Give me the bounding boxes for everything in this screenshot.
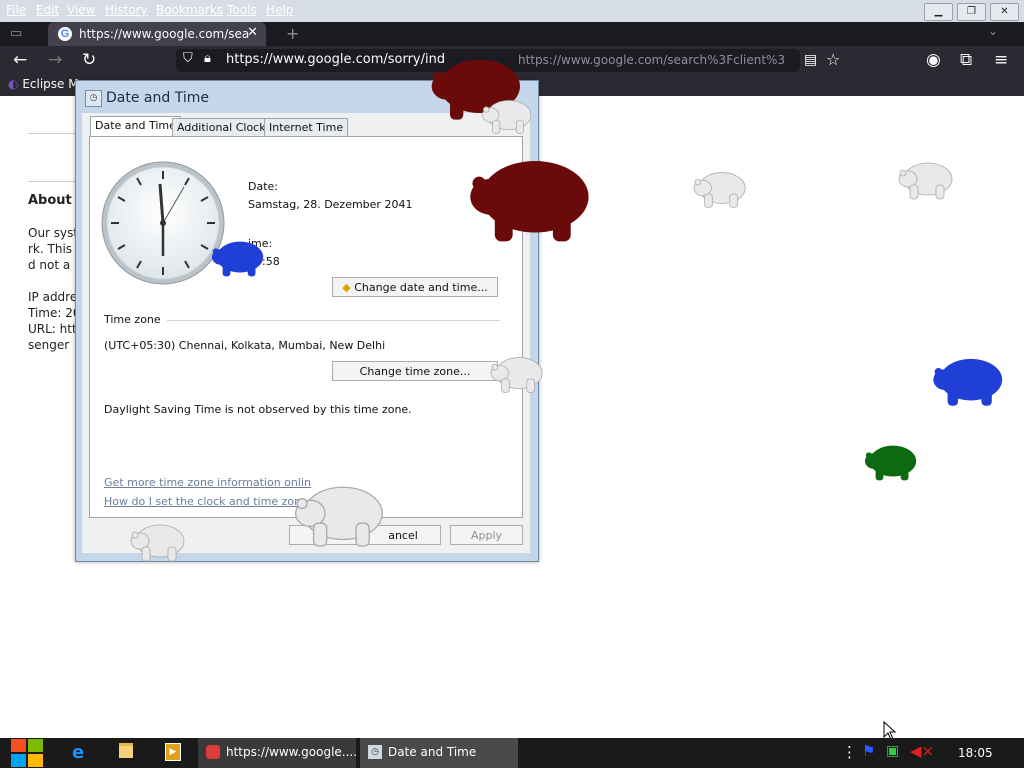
page-line: d not a r [28,258,79,272]
page-line: Time: 20 [28,306,81,320]
bear-sprite-white [482,100,532,134]
divider [28,181,78,182]
network-icon[interactable]: ▣ [886,743,899,759]
minimize-button[interactable]: ▁ [924,3,953,21]
bear-sprite-white [490,357,543,393]
menu-help[interactable]: Help [266,3,293,17]
page-line: Our syst [28,226,79,240]
close-tab-icon[interactable]: ✕ [247,25,258,40]
tab-internet-time[interactable]: Internet Time [264,118,349,137]
url-text-tail: https://www.google.com/search%3Fclient%3 [518,53,786,67]
apply-button[interactable]: Apply [450,525,523,545]
analog-clock [101,161,225,285]
time-zone-value: (UTC+05:30) Chennai, Kolkata, Mumbai, Ne… [104,339,386,352]
bear-sprite-red [470,161,589,242]
dst-note: Daylight Saving Time is not observed by … [104,403,412,416]
taskbar-date-time-label: Date and Time [388,745,477,759]
extensions-icon[interactable]: ⧉ [960,50,972,70]
google-favicon-icon: G [58,27,72,41]
close-window-button[interactable]: ✕ [990,3,1019,21]
forward-icon[interactable]: → [48,50,62,70]
start-button[interactable] [10,738,44,768]
time-zone-heading: Time zone [104,313,167,326]
taskbar-browser-label: https://www.google.... [226,745,358,759]
tracking-shield-icon[interactable]: ⛉ [183,51,193,66]
tab-title: https://www.google.com/searcl [79,27,249,41]
taskbar: e ▶ https://www.google.... ◷ Date and Ti… [0,738,1024,768]
tab-additional-clocks[interactable]: Additional Clocks [172,118,277,137]
menu-bar: File Edit View History Bookmarks Tools H… [0,0,1024,22]
menu-history[interactable]: History [105,3,148,17]
uac-shield-icon: ◆ [342,281,351,294]
bear-sprite-white [130,524,185,562]
tab-google-search[interactable]: G https://www.google.com/searcl ✕ [48,22,266,46]
taskbar-browser[interactable]: https://www.google.... [198,738,358,768]
taskbar-clock[interactable]: 18:05 [958,746,993,760]
overflow-icon[interactable]: ⋮ [842,743,857,761]
change-time-zone-button[interactable]: Change time zone... [332,361,498,381]
bookmark-label: Eclipse M [22,77,79,91]
change-date-time-label: Change date and time... [354,281,488,294]
menu-tools[interactable]: Tools [227,3,257,17]
bookmark-star-icon[interactable]: ☆ [826,50,840,69]
date-label: Date: [248,180,278,193]
page-line: rk. This [28,242,73,256]
bear-sprite-white [294,486,384,547]
reader-view-icon[interactable]: ▤ [804,52,817,68]
app-menu-icon[interactable]: ≡ [994,50,1008,70]
file-explorer-icon[interactable] [119,743,133,758]
divider [28,133,78,134]
media-player-icon[interactable]: ▶ [165,743,181,761]
date-value: Samstag, 28. Dezember 2041 [248,198,413,211]
bear-sprite-white [898,162,953,200]
date-time-icon: ◷ [85,90,102,107]
menu-bookmarks[interactable]: Bookmarks [156,3,223,17]
bear-sprite-blue [211,241,264,277]
action-center-flag-icon[interactable]: ⚑ [862,742,875,760]
more-timezone-info-link[interactable]: Get more time zone information onlin [104,476,311,489]
browser-task-icon [206,745,220,759]
reload-icon[interactable]: ↻ [82,50,96,70]
tab-overview-icon[interactable]: ▭ [10,26,22,41]
bear-sprite-green [864,445,917,481]
internet-explorer-icon[interactable]: e [72,742,84,763]
bear-sprite-blue [933,358,1003,406]
dialog-title: Date and Time [106,90,209,106]
menu-file[interactable]: File [6,3,26,17]
account-icon[interactable]: ◉ [926,50,941,70]
change-date-time-button[interactable]: ◆ Change date and time... [332,277,498,297]
page-line: senger [28,338,70,352]
page-line: IP addre [28,290,78,304]
list-tabs-icon[interactable]: ⌄ [988,24,998,38]
lock-icon[interactable]: 🔒︎ [204,51,211,66]
menu-edit[interactable]: Edit [36,3,59,17]
eclipse-icon: ◐ [8,77,19,91]
menu-view[interactable]: View [67,3,95,17]
volume-muted-icon[interactable]: ◀× [910,742,934,760]
new-tab-icon[interactable]: + [286,24,299,43]
page-line: URL: htt [28,322,77,336]
taskbar-date-time[interactable]: ◷ Date and Time [360,738,518,768]
how-set-clock-link[interactable]: How do I set the clock and time zon [104,495,301,508]
bookmark-eclipse[interactable]: ◐ Eclipse M [8,77,79,91]
bear-sprite-white [693,172,746,208]
tab-date-and-time[interactable]: Date and Time [90,116,181,138]
tab-panel: Date: Samstag, 28. Dezember 2041 ime: 05… [89,136,523,518]
url-text: https://www.google.com/sorry/ind [226,52,446,67]
back-icon[interactable]: ← [13,50,27,70]
date-time-task-icon: ◷ [368,745,382,759]
restore-button[interactable]: ❐ [957,3,986,21]
